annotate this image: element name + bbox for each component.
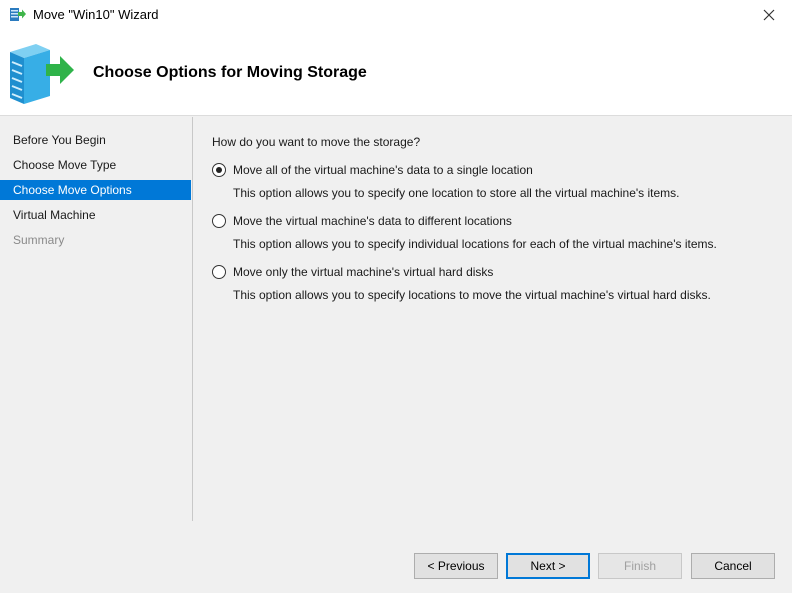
next-button[interactable]: Next > xyxy=(506,553,590,579)
sidebar-item-summary: Summary xyxy=(13,233,65,247)
sidebar-item-virtual-machine[interactable]: Virtual Machine xyxy=(0,205,191,225)
radio-single-location[interactable] xyxy=(212,163,226,177)
wizard-steps-sidebar: Before You Begin Choose Move Type Choose… xyxy=(0,117,193,521)
option-label[interactable]: Move only the virtual machine's virtual … xyxy=(233,265,493,279)
wizard-content: How do you want to move the storage? Mov… xyxy=(194,117,792,521)
option-description: This option allows you to specify indivi… xyxy=(233,237,717,251)
wizard-footer: < Previous Next > Finish Cancel xyxy=(0,521,792,593)
wizard-header: Choose Options for Moving Storage xyxy=(0,30,792,116)
close-button[interactable] xyxy=(746,0,792,30)
previous-button[interactable]: < Previous xyxy=(414,553,498,579)
cancel-button[interactable]: Cancel xyxy=(691,553,775,579)
close-icon xyxy=(763,9,775,21)
sidebar-item-choose-move-type[interactable]: Choose Move Type xyxy=(0,155,191,175)
radio-different-locations[interactable] xyxy=(212,214,226,228)
option-description: This option allows you to specify locati… xyxy=(233,288,711,302)
storage-question: How do you want to move the storage? xyxy=(212,135,421,149)
window-title: Move "Win10" Wizard xyxy=(33,7,159,22)
finish-button: Finish xyxy=(598,553,682,579)
wizard-app-icon xyxy=(10,8,26,21)
sidebar-item-choose-move-options[interactable]: Choose Move Options xyxy=(0,180,191,200)
page-heading: Choose Options for Moving Storage xyxy=(93,64,367,81)
radio-virtual-hard-disks-only[interactable] xyxy=(212,265,226,279)
option-description: This option allows you to specify one lo… xyxy=(233,186,680,200)
sidebar-item-before-you-begin[interactable]: Before You Begin xyxy=(0,130,191,150)
title-bar: Move "Win10" Wizard xyxy=(0,0,792,30)
option-label[interactable]: Move the virtual machine's data to diffe… xyxy=(233,214,512,228)
storage-move-icon xyxy=(10,44,74,104)
option-label[interactable]: Move all of the virtual machine's data t… xyxy=(233,163,533,177)
